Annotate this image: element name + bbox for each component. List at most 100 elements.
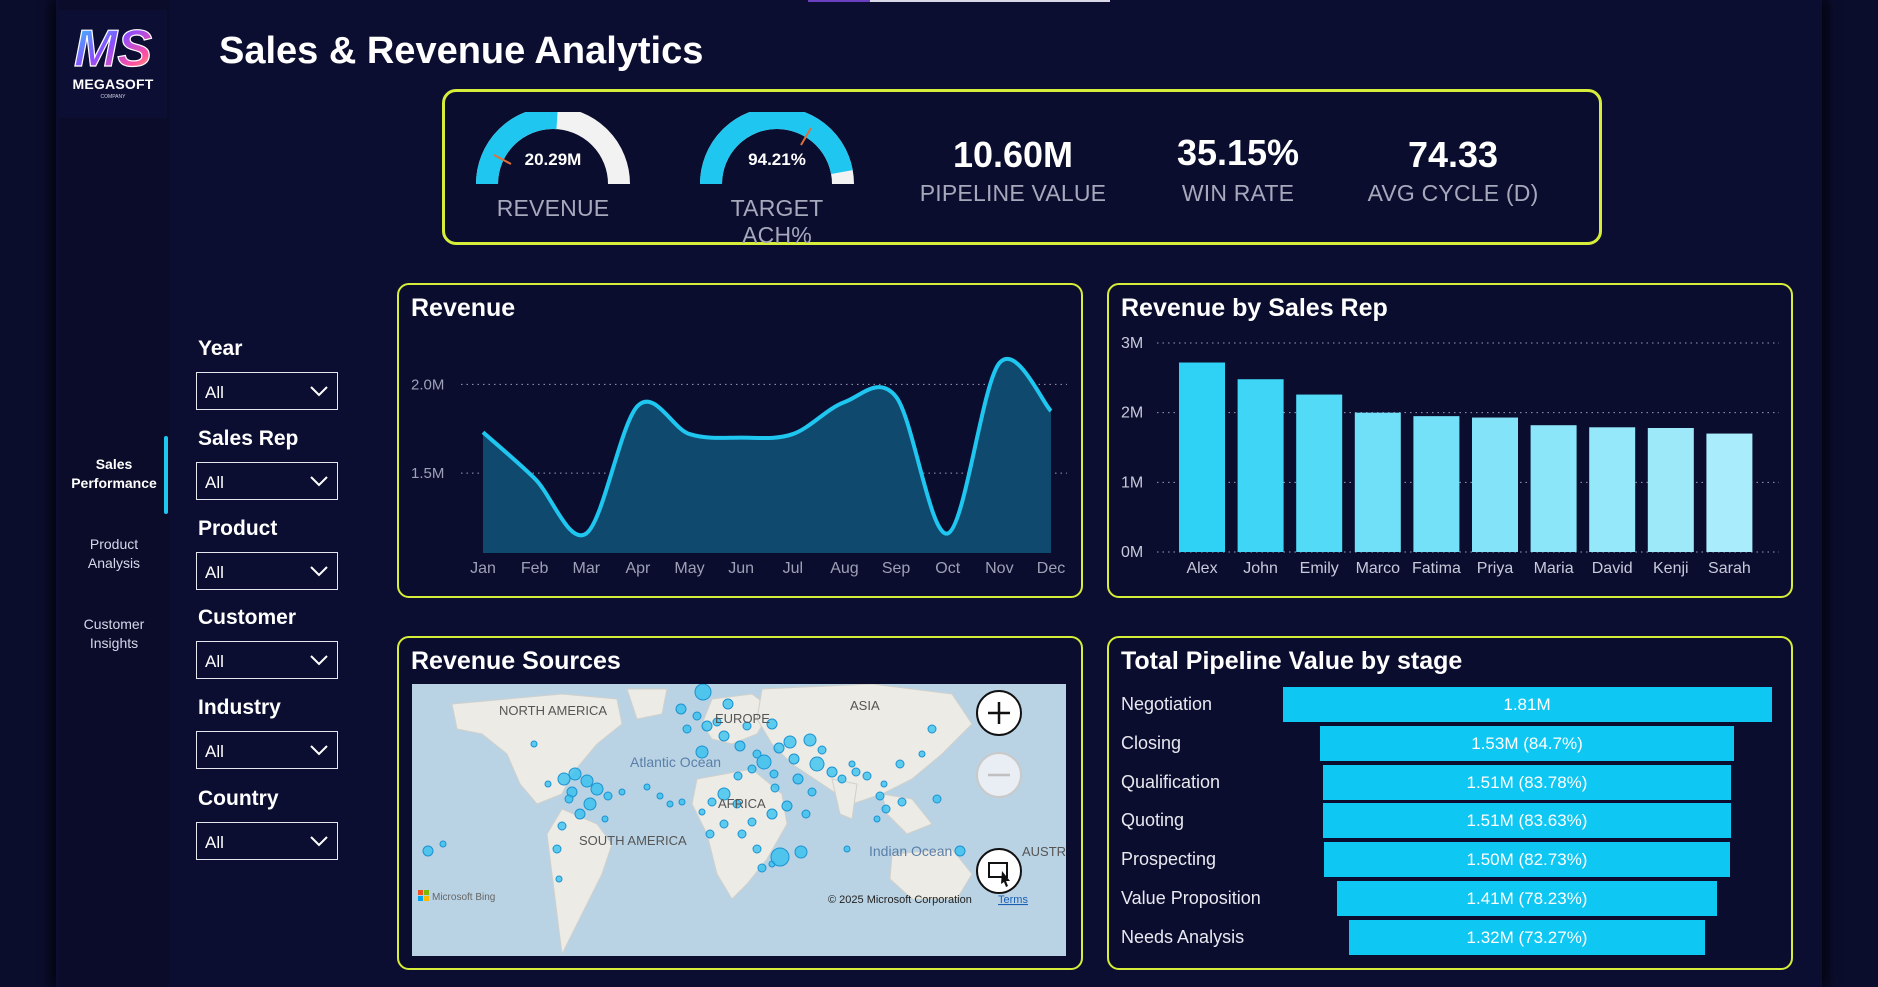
revenue-gauge <box>476 107 630 185</box>
india <box>831 778 858 820</box>
dropdown-value: All <box>205 652 224 671</box>
nav-customer-insights[interactable]: Customer Insights <box>59 615 169 653</box>
kpi-value: 74.33 <box>1407 134 1499 175</box>
x-tick-label: May <box>674 560 704 577</box>
minus-icon <box>988 773 1010 777</box>
bar <box>1413 416 1460 552</box>
funnel-bar[interactable]: 1.41M (78.23%) <box>1336 881 1718 916</box>
filter-label-industry: Industry <box>198 696 281 719</box>
x-tick-label: Jun <box>728 560 754 577</box>
chart-title: Total Pipeline Value by stage <box>1121 647 1463 675</box>
sales-rep-dropdown[interactable]: All <box>196 462 338 500</box>
x-tick-label: Sarah <box>1708 560 1751 577</box>
bar <box>1179 362 1225 552</box>
nav-label: Sales <box>95 456 133 472</box>
chart-title: Revenue Sources <box>411 647 621 675</box>
nav-label: Insights <box>89 635 139 651</box>
bar <box>1530 425 1577 552</box>
nav-sales-performance[interactable]: Sales Performance <box>59 455 169 493</box>
revenue-chart-panel: Revenue 1.5M 2.0M Jan Feb Mar Apr May Jun Jul Aug… <box>397 283 1083 598</box>
dropdown-value: All <box>205 742 224 761</box>
y-tick-label: 1.5M <box>411 465 444 482</box>
label-north-america: NORTH AMERICA <box>499 703 607 718</box>
country-dropdown[interactable]: All <box>196 822 338 860</box>
kpi-win-rate: 35.15% WIN RATE <box>1138 132 1338 207</box>
dropdown-value: All <box>205 383 224 402</box>
revenue-sources-panel: Revenue Sources NORTH AMERICA SOUTH AMER… <box>397 636 1083 970</box>
gauge-value: 20.29M <box>524 150 582 169</box>
svg-text:MS: MS <box>74 20 152 78</box>
funnel-stage-label: Prospecting <box>1121 849 1217 870</box>
plus-icon <box>988 702 1010 724</box>
kpi-label: TARGET ACH% <box>730 195 824 248</box>
x-tick-label: Marco <box>1356 560 1401 577</box>
map-attribution: © 2025 Microsoft Corporation <box>828 894 972 906</box>
zoom-in-button[interactable] <box>976 690 1022 736</box>
funnel-bar[interactable]: 1.50M (82.73%) <box>1324 842 1730 878</box>
customer-dropdown[interactable]: All <box>196 641 338 679</box>
revenue-area <box>483 358 1051 553</box>
x-tick-label: John <box>1243 560 1278 577</box>
year-dropdown[interactable]: All <box>196 372 338 410</box>
filter-label-customer: Customer <box>198 606 297 629</box>
kpi-revenue: 20.29M REVENUE <box>473 107 633 222</box>
x-tick-label: Apr <box>625 560 651 577</box>
kpi-pipeline: 10.60M PIPELINE VALUE <box>913 134 1113 207</box>
y-tick-label: 0M <box>1121 544 1143 561</box>
nav-label: Performance <box>71 475 157 491</box>
funnel-bar[interactable]: 1.32M (73.27%) <box>1348 919 1706 955</box>
x-tick-label: Alex <box>1186 560 1217 577</box>
nav-product-analysis[interactable]: Product Analysis <box>59 535 169 573</box>
funnel-stage-label: Negotiation <box>1121 694 1213 714</box>
logo-subtext: COMPANY <box>100 94 126 100</box>
filter-label-country: Country <box>198 787 279 810</box>
label-asia: ASIA <box>850 698 880 713</box>
x-tick-label: Jul <box>783 560 803 577</box>
y-tick-label: 1M <box>1121 474 1143 491</box>
chevron-down-icon <box>310 836 328 847</box>
select-area-button[interactable] <box>976 848 1022 894</box>
revenue-map[interactable]: NORTH AMERICA SOUTH AMERICA EUROPE AFRIC… <box>412 684 1066 956</box>
bar <box>1354 412 1401 552</box>
nav-active-indicator <box>164 436 168 514</box>
label-south-america: SOUTH AMERICA <box>579 833 687 848</box>
funnel-bar[interactable]: 1.53M (84.7%) <box>1320 725 1734 761</box>
gauge-value: 94.21% <box>748 150 806 169</box>
se-asia <box>881 793 933 835</box>
x-tick-label: Maria <box>1534 560 1574 577</box>
label-indian-ocean: Indian Ocean <box>869 843 952 859</box>
page-title: Sales & Revenue Analytics <box>219 30 704 72</box>
product-dropdown[interactable]: All <box>196 552 338 590</box>
x-tick-label: Feb <box>521 560 549 577</box>
zoom-out-button[interactable] <box>976 752 1022 798</box>
chevron-down-icon <box>310 386 328 397</box>
x-tick-label: Emily <box>1300 560 1339 577</box>
kpi-avg-cycle: 74.33 AVG CYCLE (D) <box>1343 134 1563 207</box>
y-tick-label: 2M <box>1121 405 1143 422</box>
bar <box>1296 394 1343 552</box>
kpi-target: 94.21% TARGET ACH% <box>697 107 857 249</box>
funnel-bar[interactable]: 1.51M (83.63%) <box>1323 803 1731 839</box>
x-tick-label: Oct <box>935 560 960 577</box>
x-tick-label: Nov <box>985 560 1013 577</box>
funnel-stage-label: Value Proposition <box>1121 888 1261 908</box>
bing-logo-text: Microsoft Bing <box>432 892 495 903</box>
kpi-panel: 20.29M REVENUE 94.21% TARGET ACH% 10.60M… <box>442 89 1602 248</box>
funnel-stage-label: Qualification <box>1121 771 1221 792</box>
y-tick-label: 2.0M <box>411 376 444 393</box>
label-africa: AFRICA <box>718 796 766 811</box>
funnel-bar[interactable]: 1.51M (83.78%) <box>1323 764 1731 800</box>
bar <box>1589 427 1636 552</box>
chevron-down-icon <box>310 745 328 756</box>
top-accent-line-purple <box>808 0 870 2</box>
industry-dropdown[interactable]: All <box>196 731 338 769</box>
funnel-bar[interactable]: 1.81M <box>1282 687 1772 722</box>
kpi-label: AVG CYCLE (D) <box>1367 180 1539 206</box>
chevron-down-icon <box>310 566 328 577</box>
funnel-stage-label: Needs Analysis <box>1121 926 1245 947</box>
revenue-area-chart: 1.5M 2.0M Jan Feb Mar Apr May Jun Jul Aug Sep Oct No… <box>411 357 1067 577</box>
bar <box>1647 427 1694 552</box>
x-tick-label: Dec <box>1037 560 1065 577</box>
nav-label: Product <box>89 536 139 552</box>
kpi-label: WIN RATE <box>1181 180 1295 206</box>
